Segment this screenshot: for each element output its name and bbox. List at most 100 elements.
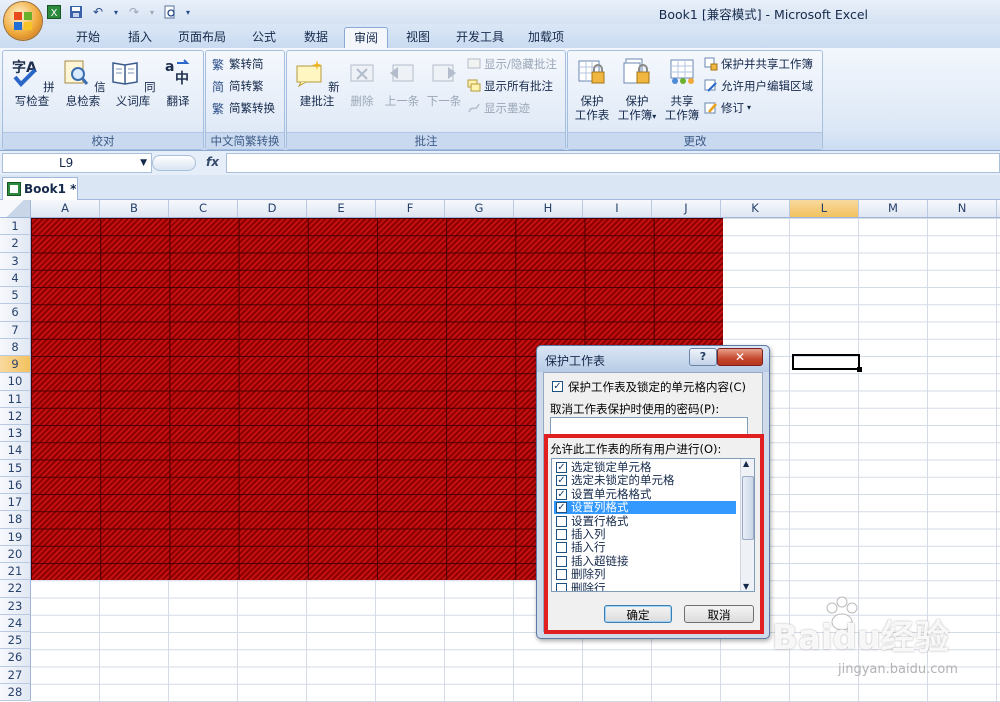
row-header-7[interactable]: 7 [0,321,31,339]
active-cell[interactable] [792,354,860,370]
row-header-13[interactable]: 13 [0,425,31,443]
show-hide-comment-button[interactable]: 显示/隐藏批注 [467,55,557,73]
column-header-m[interactable]: M [859,200,928,217]
show-all-comments-button[interactable]: 显示所有批注 [467,77,553,95]
column-header-g[interactable]: G [445,200,514,217]
row-header-25[interactable]: 25 [0,632,31,650]
tab-page-layout[interactable]: 页面布局 [170,27,234,47]
svg-text:繁: 繁 [212,101,224,115]
select-all-corner[interactable] [0,200,31,217]
proofing-group: 字A 拼写检查 信息检索 同义词库 a中 翻译 校对 [2,50,204,150]
column-header-j[interactable]: J [652,200,721,217]
row-header-15[interactable]: 15 [0,459,31,477]
delete-comment-icon [350,64,374,82]
track-changes-button[interactable]: 修订 ▾ [704,99,751,117]
spell-check-button[interactable]: 字A 拼写检查 [7,57,57,108]
next-comment-button[interactable]: 下一条 [423,57,465,108]
protect-checkbox[interactable]: ✓ [552,381,563,392]
research-button[interactable]: 信息检索 [58,57,108,108]
ribbon: 字A 拼写检查 信息检索 同义词库 a中 翻译 校对 繁 繁转简 简 简转繁 繁… [0,48,1000,151]
column-header-c[interactable]: C [169,200,238,217]
formula-input[interactable] [226,153,1000,173]
row-header-8[interactable]: 8 [0,338,31,356]
column-header-a[interactable]: A [31,200,100,217]
tab-data[interactable]: 数据 [294,27,338,47]
row-header-5[interactable]: 5 [0,287,31,305]
watermark-logo-text: Baidu经验 [772,618,950,658]
row-header-18[interactable]: 18 [0,511,31,529]
protect-workbook-button[interactable]: 保护 工作簿▾ [616,57,658,124]
row-header-22[interactable]: 22 [0,580,31,598]
chinese-convert-button[interactable]: 繁 简繁转换 [212,99,275,117]
translate-button[interactable]: a中 翻译 [157,57,199,108]
row-header-20[interactable]: 20 [0,545,31,563]
row-header-10[interactable]: 10 [0,373,31,391]
row-header-14[interactable]: 14 [0,442,31,460]
svg-text:简: 简 [212,80,224,93]
chinese-conversion-group: 繁 繁转简 简 简转繁 繁 简繁转换 中文简繁转换 [205,50,285,150]
column-header-k[interactable]: K [721,200,790,217]
simp-to-trad-button[interactable]: 简 简转繁 [212,77,264,95]
protect-sheet-button[interactable]: 保护 工作表 [572,57,612,122]
tab-developer[interactable]: 开发工具 [448,27,512,47]
column-header-b[interactable]: B [100,200,169,217]
office-button[interactable] [4,2,42,40]
fill-handle[interactable] [857,367,862,372]
tab-home[interactable]: 开始 [66,27,110,47]
close-button[interactable]: ✕ [717,348,763,366]
column-header-f[interactable]: F [376,200,445,217]
group-label: 中文简繁转换 [206,132,284,149]
row-header-12[interactable]: 12 [0,407,31,425]
dropdown-arrow-icon: ▾ [652,112,657,121]
new-comment-icon [296,60,323,88]
trad-to-simp-button[interactable]: 繁 繁转简 [212,55,264,73]
formula-bar-resize-handle[interactable] [152,155,196,171]
column-header-l[interactable]: L [790,200,859,217]
tab-addins[interactable]: 加载项 [520,27,572,47]
insert-function-icon[interactable]: fx [206,155,219,169]
column-header-n[interactable]: N [928,200,997,217]
row-header-28[interactable]: 28 [0,683,31,701]
row-header-16[interactable]: 16 [0,476,31,494]
row-header-21[interactable]: 21 [0,563,31,581]
previous-comment-button[interactable]: 上一条 [381,57,423,108]
row-header-3[interactable]: 3 [0,252,31,270]
protect-share-workbook-button[interactable]: 保护并共享工作簿 [704,55,813,73]
new-comment-button[interactable]: 新建批注 [291,57,343,108]
column-header-e[interactable]: E [307,200,376,217]
changes-group: 保护 工作表 保护 工作簿▾ 共享 工作簿 保护并共享工作簿 允许用户编辑区域 … [567,50,823,150]
delete-comment-button[interactable]: 删除 [345,57,379,108]
tab-insert[interactable]: 插入 [118,27,162,47]
row-header-1[interactable]: 1 [0,218,31,236]
workbook-tab[interactable]: Book1 * [2,177,78,200]
column-header-i[interactable]: I [583,200,652,217]
row-header-11[interactable]: 11 [0,390,31,408]
row-header-4[interactable]: 4 [0,269,31,287]
dropdown-arrow-icon[interactable]: ▼ [140,154,147,172]
tab-view[interactable]: 视图 [396,27,440,47]
allow-edit-ranges-button[interactable]: 允许用户编辑区域 [704,77,813,95]
row-header-27[interactable]: 27 [0,666,31,684]
column-header-bar: ABCDEFGHIJKLMN [0,200,1000,218]
row-header-6[interactable]: 6 [0,304,31,322]
row-header-24[interactable]: 24 [0,614,31,632]
share-workbook-button[interactable]: 共享 工作簿 [662,57,702,122]
row-header-23[interactable]: 23 [0,597,31,615]
share-workbook-icon [670,59,694,84]
row-header-26[interactable]: 26 [0,649,31,667]
group-label: 更改 [568,132,822,149]
column-header-h[interactable]: H [514,200,583,217]
tab-formulas[interactable]: 公式 [242,27,286,47]
thesaurus-button[interactable]: 同义词库 [108,57,158,108]
row-header-17[interactable]: 17 [0,494,31,512]
row-header-9[interactable]: 9 [0,356,31,374]
row-header-19[interactable]: 19 [0,528,31,546]
show-ink-button[interactable]: 显示墨迹 [467,99,530,117]
chinese-convert-icon: 繁 [212,101,224,115]
column-header-d[interactable]: D [238,200,307,217]
name-box[interactable]: L9 ▼ [2,153,152,173]
help-button[interactable]: ? [689,348,717,366]
tab-review[interactable]: 审阅 [344,27,388,48]
dialog-title: 保护工作表 [545,354,606,368]
row-header-2[interactable]: 2 [0,235,31,253]
